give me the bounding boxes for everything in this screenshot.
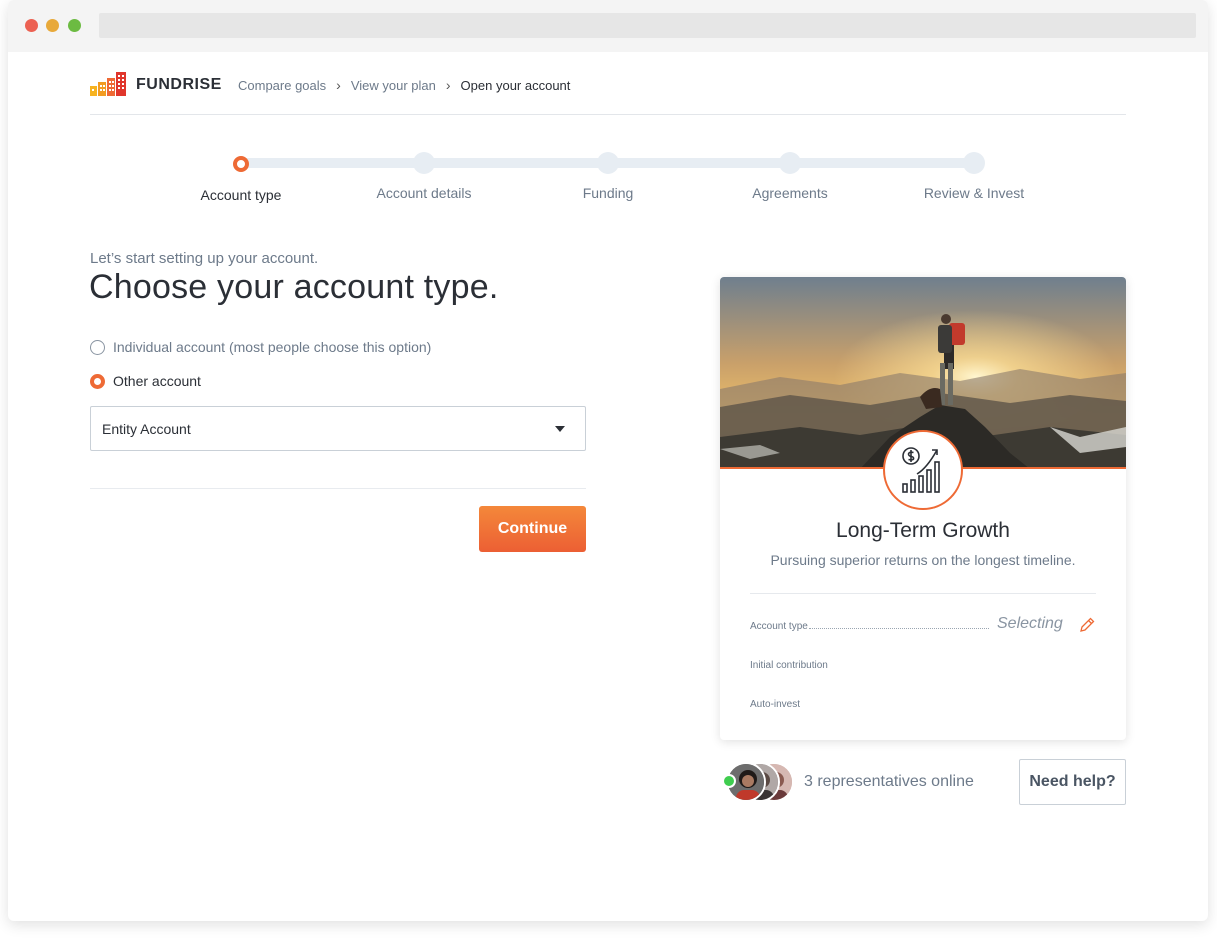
site-header: FUNDRISE Compare goals › View your plan … (90, 52, 1126, 115)
browser-window: FUNDRISE Compare goals › View your plan … (8, 0, 1208, 921)
select-value: Entity Account (102, 420, 191, 437)
step-agreements: Agreements (710, 150, 870, 201)
summary-row-account-type: Account type (750, 621, 990, 632)
buildings-logo-icon (90, 72, 126, 96)
breadcrumb-current: Open your account (460, 77, 571, 93)
account-type-select[interactable]: Entity Account (90, 406, 586, 451)
continue-button[interactable]: Continue (479, 506, 586, 552)
step-account-type: Account type (161, 150, 321, 203)
caret-down-icon (555, 426, 565, 432)
plan-title: Long-Term Growth (836, 519, 1010, 542)
radio-other-account[interactable]: Other account (90, 373, 201, 389)
summary-row-initial-contribution: Initial contribution (750, 660, 828, 671)
page-title: Choose your account type. (89, 268, 499, 306)
summary-row-auto-invest: Auto-invest (750, 699, 801, 710)
breadcrumb-compare-goals[interactable]: Compare goals (238, 78, 326, 93)
plan-card: Long-Term Growth Pursuing superior retur… (720, 277, 1126, 740)
rep-avatars (720, 760, 800, 804)
form-divider (90, 488, 586, 489)
address-bar[interactable] (99, 13, 1196, 38)
step-label: Review & Invest (923, 185, 1025, 201)
close-window-dot[interactable] (25, 19, 38, 32)
reps-online-text: 3 representatives online (804, 773, 974, 790)
chevron-right-icon: › (445, 77, 451, 93)
progress-stepper: Account type Account details Funding Agr… (198, 150, 1024, 210)
step-label: Agreements (752, 185, 828, 201)
growth-chart-icon (883, 430, 963, 510)
form-subtitle: Let’s start setting up your account. (90, 250, 319, 267)
step-node (413, 152, 435, 174)
step-label: Account details (376, 185, 472, 201)
summary-value: Selecting (997, 615, 1063, 632)
step-account-details: Account details (344, 150, 504, 201)
breadcrumb-view-plan[interactable]: View your plan (351, 78, 436, 93)
summary-label: Account type (750, 621, 808, 632)
step-node (963, 152, 985, 174)
radio-unchecked[interactable] (90, 339, 105, 355)
step-node-active (233, 156, 249, 172)
step-node (779, 152, 801, 174)
radio-label: Individual account (most people choose t… (113, 339, 432, 355)
chevron-right-icon: › (336, 77, 341, 93)
plan-description: Pursuing superior returns on the longest… (770, 552, 1076, 568)
representatives-online: 3 representatives online (720, 760, 974, 804)
step-label: Funding (582, 185, 634, 201)
minimize-window-dot[interactable] (46, 19, 59, 32)
online-status-dot (722, 774, 736, 788)
step-label: Account type (200, 187, 282, 203)
browser-chrome (8, 0, 1208, 52)
pencil-edit-icon[interactable] (1078, 616, 1096, 639)
card-divider (750, 593, 1096, 594)
radio-individual-account[interactable]: Individual account (most people choose t… (90, 339, 431, 355)
step-review-invest: Review & Invest (894, 150, 1054, 201)
step-node (597, 152, 619, 174)
need-help-button[interactable]: Need help? (1019, 759, 1126, 805)
brand-name: FUNDRISE (136, 76, 222, 93)
radio-label: Other account (113, 373, 201, 389)
breadcrumb: Compare goals › View your plan › Open yo… (238, 77, 570, 93)
step-funding: Funding (528, 150, 688, 201)
dotted-leader (808, 628, 989, 629)
maximize-window-dot[interactable] (68, 19, 81, 32)
radio-checked[interactable] (90, 373, 105, 389)
fundrise-logo[interactable]: FUNDRISE (90, 72, 222, 98)
